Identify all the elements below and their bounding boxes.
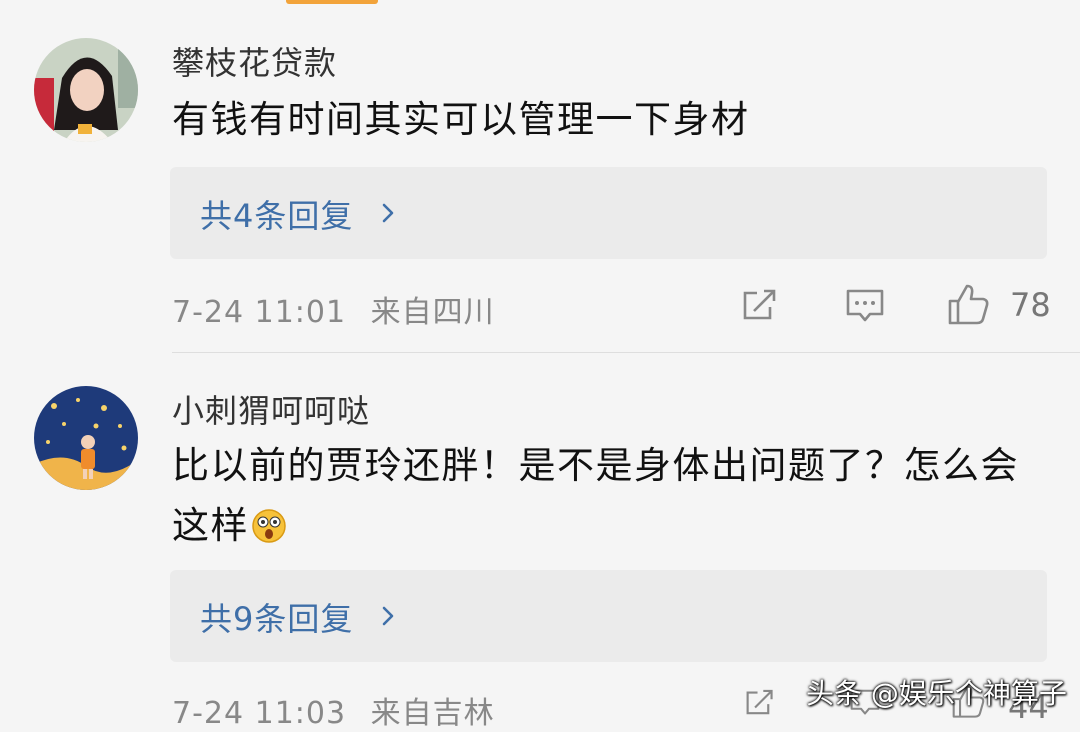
comment-location: 来自吉林 [370, 696, 495, 731]
comment-date: 7-24 11:03 [172, 696, 347, 731]
comment-text: 有钱有时间其实可以管理一下身材 [172, 98, 750, 141]
replies-label: 共4条回复 [200, 197, 354, 235]
starry-night-girl-icon [34, 386, 138, 490]
replies-label: 共9条回复 [200, 600, 354, 638]
comment-text-content: 比以前的贾玲还胖！是不是身体出问题了？怎么会这样 [172, 444, 1019, 547]
avatar[interactable] [34, 386, 138, 490]
divider [172, 352, 1080, 353]
view-replies-button[interactable]: 共9条回复 [170, 570, 1047, 662]
top-tab-indicator [286, 0, 378, 4]
chevron-right-icon [382, 606, 394, 626]
comment-meta: 7-24 11:01 来自四川 [172, 287, 495, 331]
comment-icon[interactable] [844, 285, 886, 327]
share-icon[interactable] [740, 285, 780, 325]
avatar[interactable] [34, 38, 138, 142]
watermark: 头条 @娱乐个神算子 [806, 677, 1067, 710]
woman-portrait-icon [34, 38, 138, 142]
comment-location: 来自四川 [370, 295, 495, 330]
like-count: 78 [1010, 286, 1051, 324]
username[interactable]: 攀枝花贷款 [172, 38, 337, 84]
shocked-face-emoji-icon [252, 509, 286, 543]
comment-meta: 7-24 11:03 来自吉林 [172, 688, 495, 732]
username[interactable]: 小刺猬呵呵哒 [172, 386, 370, 432]
chevron-right-icon [382, 203, 394, 223]
view-replies-button[interactable]: 共4条回复 [170, 167, 1047, 259]
comment-text: 比以前的贾玲还胖！是不是身体出问题了？怎么会这样 [172, 436, 1032, 556]
comment-date: 7-24 11:01 [172, 295, 347, 330]
thumbs-up-icon[interactable] [946, 282, 990, 326]
share-icon[interactable] [740, 686, 780, 719]
